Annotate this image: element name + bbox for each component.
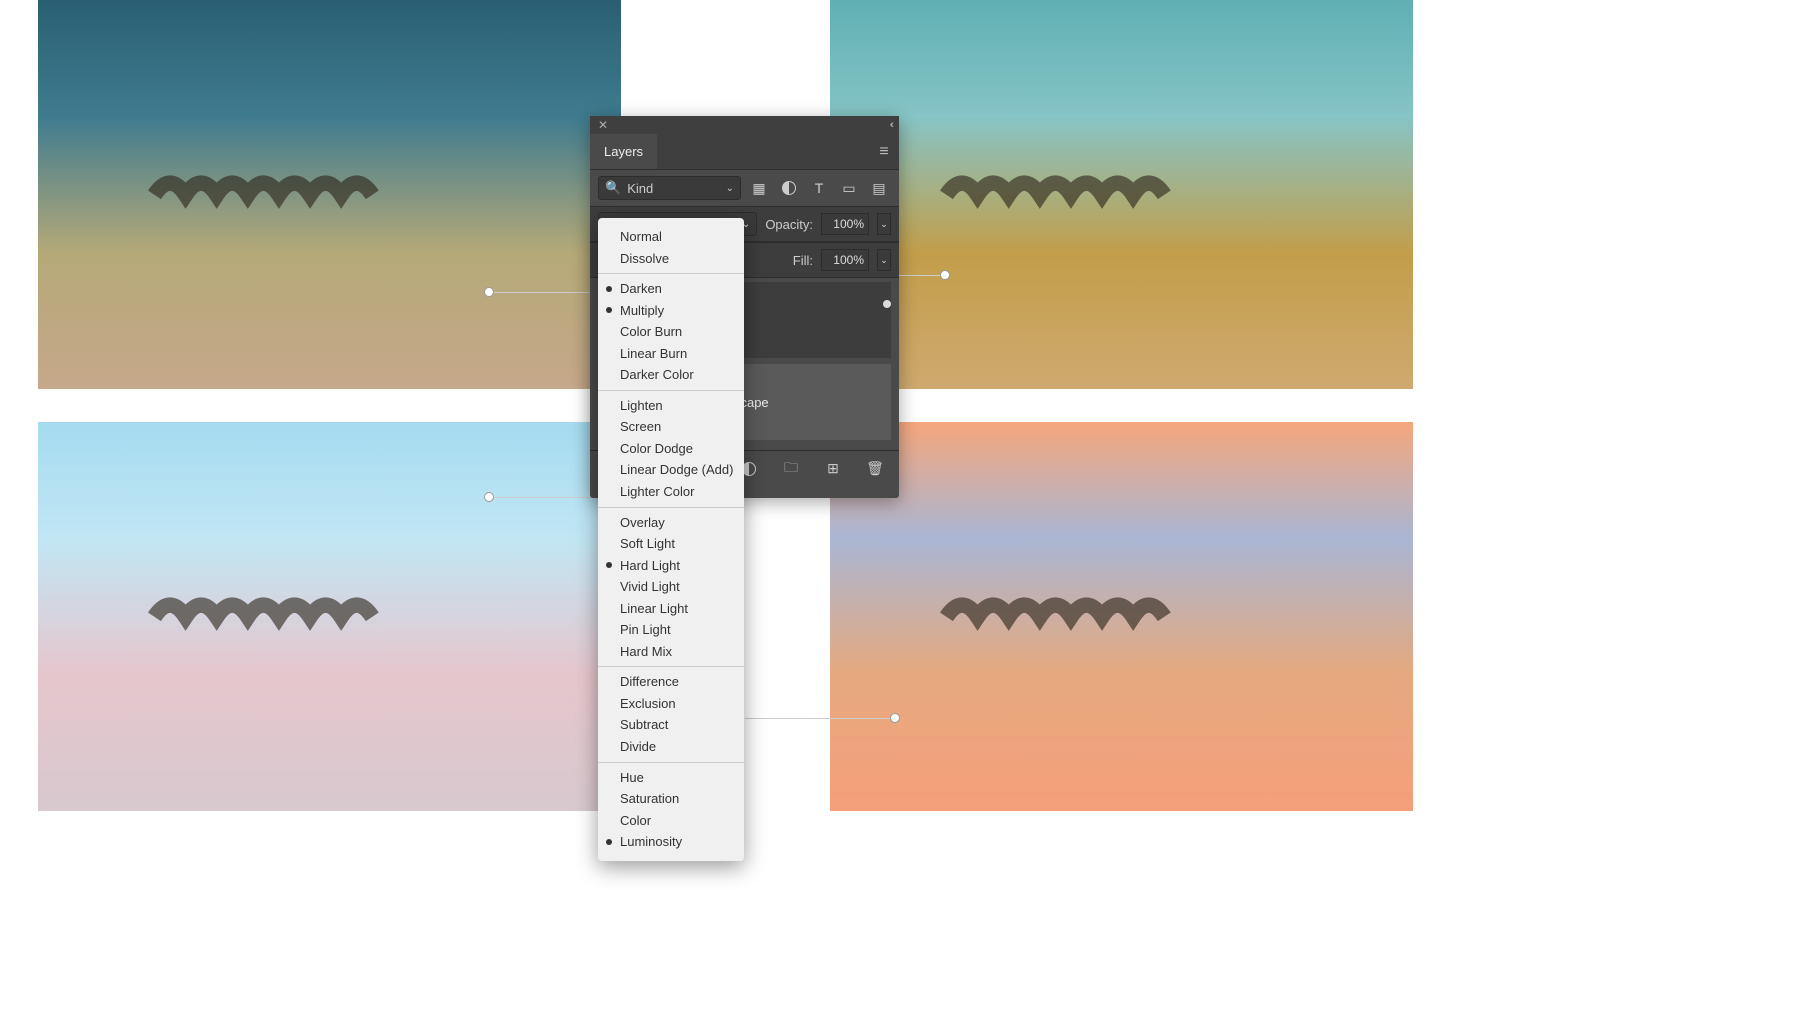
blend-mode-option[interactable]: Hard Mix (598, 641, 744, 663)
blend-mode-option[interactable]: Luminosity (598, 831, 744, 853)
blend-mode-option[interactable]: Difference (598, 671, 744, 693)
blend-mode-menu: NormalDissolveDarkenMultiplyColor BurnLi… (598, 218, 744, 861)
blend-mode-option[interactable]: Multiply (598, 300, 744, 322)
blend-mode-option[interactable]: Darker Color (598, 364, 744, 386)
fill-chevron[interactable]: ⌄ (877, 249, 891, 271)
blend-mode-option[interactable]: Soft Light (598, 533, 744, 555)
blend-mode-option[interactable]: Normal (598, 226, 744, 248)
connector-line (745, 718, 895, 719)
blend-mode-option[interactable]: Darken (598, 278, 744, 300)
filter-type-icon[interactable]: T (807, 176, 831, 200)
filter-smart-icon[interactable]: ▤ (867, 176, 891, 200)
fill-label: Fill: (793, 253, 813, 268)
filter-kind-dropdown[interactable]: 🔍 Kind ⌄ (598, 176, 741, 200)
fill-value[interactable]: 100% (821, 249, 869, 271)
preview-top-right (830, 0, 1413, 389)
connector-dot (484, 492, 494, 502)
blend-mode-option[interactable]: Subtract (598, 714, 744, 736)
filter-adjustment-icon[interactable] (777, 176, 801, 200)
search-icon: 🔍 (605, 180, 621, 196)
blend-mode-option[interactable]: Exclusion (598, 693, 744, 715)
close-icon[interactable]: ✕ (598, 118, 608, 132)
blend-mode-option[interactable]: Lighten (598, 395, 744, 417)
blend-mode-option[interactable]: Linear Burn (598, 343, 744, 365)
preview-top-left (38, 0, 621, 389)
blend-mode-option[interactable]: Overlay (598, 512, 744, 534)
blend-mode-option[interactable]: Linear Dodge (Add) (598, 459, 744, 481)
tab-label: Layers (604, 144, 643, 159)
chevron-down-icon: ⌄ (726, 183, 734, 194)
opacity-label: Opacity: (765, 217, 813, 232)
blend-mode-option[interactable]: Vivid Light (598, 576, 744, 598)
blend-mode-option[interactable]: Divide (598, 736, 744, 758)
blend-mode-option[interactable]: Color Dodge (598, 438, 744, 460)
group-icon[interactable]: 🗀 (779, 457, 803, 481)
panel-menu-icon[interactable]: ≡ (869, 134, 899, 169)
blend-mode-option[interactable]: Hue (598, 767, 744, 789)
preview-bottom-right (830, 422, 1413, 811)
blend-mode-option[interactable]: Color Burn (598, 321, 744, 343)
connector-dot (484, 287, 494, 297)
filter-label: Kind (627, 181, 653, 196)
preview-bottom-left (38, 422, 621, 811)
new-layer-icon[interactable]: ⊞ (821, 457, 845, 481)
trash-icon[interactable]: 🗑 (863, 457, 887, 481)
filter-toggle[interactable] (883, 300, 891, 308)
blend-mode-option[interactable]: Color (598, 810, 744, 832)
preview-grid (0, 0, 1800, 1016)
opacity-value[interactable]: 100% (821, 213, 869, 235)
blend-mode-option[interactable]: Dissolve (598, 248, 744, 270)
blend-mode-option[interactable]: Screen (598, 416, 744, 438)
blend-mode-option[interactable]: Pin Light (598, 619, 744, 641)
filter-shape-icon[interactable]: ▭ (837, 176, 861, 200)
tab-layers[interactable]: Layers (590, 134, 657, 169)
blend-mode-option[interactable]: Saturation (598, 788, 744, 810)
filter-pixel-icon[interactable]: ▦ (747, 176, 771, 200)
connector-dot (940, 270, 950, 280)
blend-mode-option[interactable]: Linear Light (598, 598, 744, 620)
blend-mode-option[interactable]: Lighter Color (598, 481, 744, 503)
connector-dot (890, 713, 900, 723)
blend-mode-option[interactable]: Hard Light (598, 555, 744, 577)
opacity-chevron[interactable]: ⌄ (877, 213, 891, 235)
collapse-icon[interactable]: ‹‹ (890, 119, 891, 131)
